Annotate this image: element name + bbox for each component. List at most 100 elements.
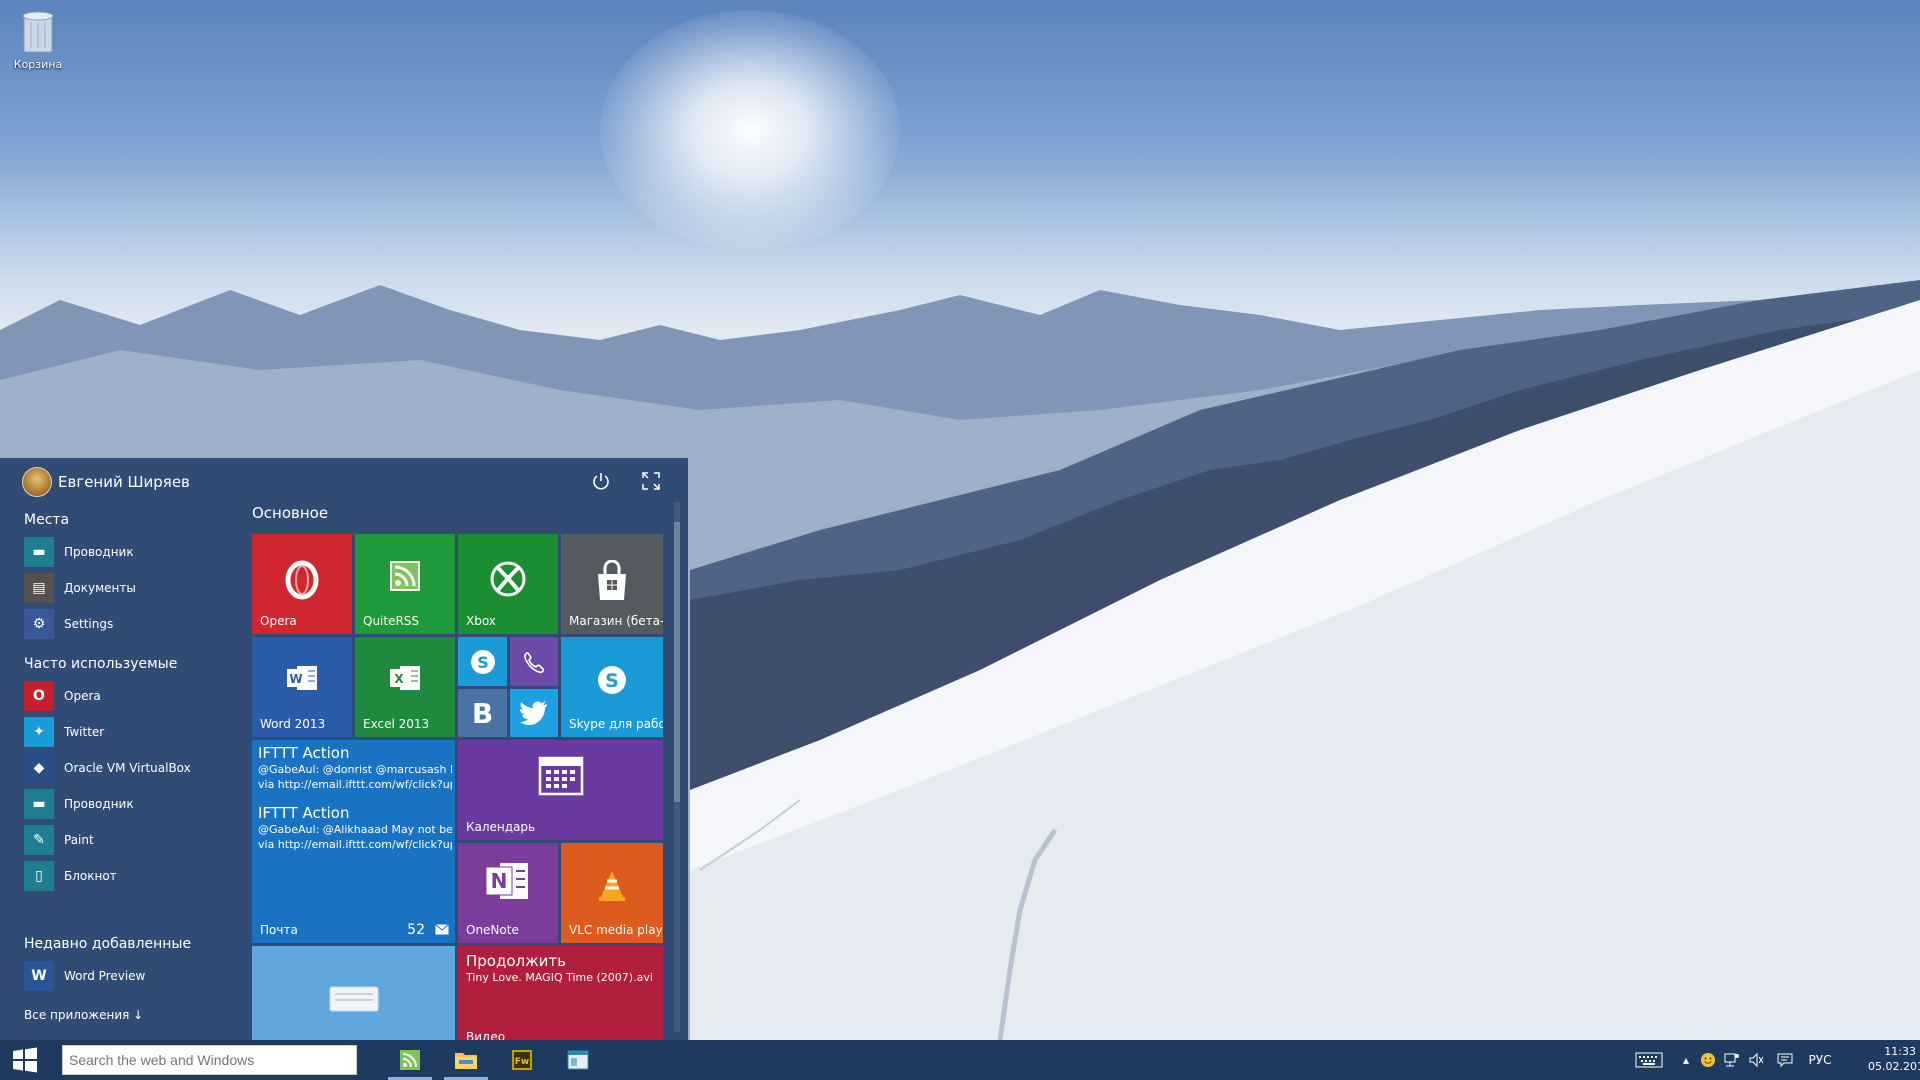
search-input[interactable]: [62, 1045, 357, 1075]
tile-excel[interactable]: X Excel 2013: [355, 637, 455, 737]
tiles-scrollbar[interactable]: [674, 502, 680, 1032]
svg-text:S: S: [605, 670, 619, 692]
tray-action-center[interactable]: [1774, 1040, 1796, 1080]
opera-icon: [252, 560, 352, 600]
menu-item-label: Проводник: [64, 545, 134, 559]
viber-icon: [524, 651, 545, 673]
paint-icon: ✎: [24, 825, 54, 855]
start-left-pane: Евгений Ширяев Места ▬ Проводник ▤ Докум…: [0, 458, 240, 1040]
recycle-bin-icon: [22, 11, 54, 53]
onenote-icon: N: [458, 859, 558, 903]
tray-show-hidden[interactable]: ▴: [1678, 1040, 1694, 1080]
tray-volume[interactable]: [1746, 1040, 1766, 1080]
virtualbox-icon: ◆: [24, 753, 54, 783]
menu-item-label: Settings: [64, 617, 114, 631]
xbox-icon: [458, 560, 558, 598]
menu-item-label: Paint: [64, 833, 94, 847]
tile-label: Почта: [260, 923, 298, 937]
vk-icon: B: [471, 696, 494, 730]
tile-label: Календарь: [466, 820, 536, 834]
tile-label: Excel 2013: [363, 717, 430, 731]
tile-label: Opera: [260, 614, 297, 628]
tile-skype-small[interactable]: S: [458, 637, 507, 686]
recent-item-word-preview[interactable]: W Word Preview: [24, 958, 234, 994]
tile-label: Xbox: [466, 614, 496, 628]
tile-label: Магазин (бета-в: [569, 614, 663, 628]
scroll-thumb[interactable]: [674, 522, 680, 802]
mail-count: 52: [407, 922, 425, 938]
tile-keyboard-app[interactable]: [252, 946, 455, 1040]
frequent-item-twitter[interactable]: ✦ Twitter: [24, 714, 234, 750]
tray-language[interactable]: РУС: [1804, 1040, 1836, 1080]
tile-skype-work[interactable]: S Skype для рабо: [561, 637, 663, 737]
ifttt-title-2: IFTTT Action: [258, 804, 350, 822]
tile-mail[interactable]: IFTTT Action @GabeAul: @donrist @marcusa…: [252, 740, 455, 943]
recycle-bin[interactable]: Корзина: [8, 6, 68, 71]
menu-item-label: Twitter: [64, 725, 105, 739]
tile-word[interactable]: W Word 2013: [252, 637, 352, 737]
tile-store[interactable]: Магазин (бета-в: [561, 534, 663, 634]
tile-label: QuiteRSS: [363, 614, 420, 628]
tile-calendar[interactable]: Календарь: [458, 740, 663, 840]
window-icon: [567, 1050, 589, 1070]
tile-twitter[interactable]: [510, 689, 558, 737]
all-apps-link[interactable]: Все приложения ↓: [24, 1008, 143, 1022]
ifttt-line-2b: via http://email.ifttt.com/wf/click?up: [258, 838, 452, 851]
twitter-icon: ✦: [24, 717, 54, 747]
user-name: Евгений Ширяев: [58, 473, 190, 491]
taskbar-window-app[interactable]: [552, 1040, 604, 1080]
ifttt-line-1b: via http://email.ifttt.com/wf/click?up: [258, 778, 452, 791]
frequent-item-virtualbox[interactable]: ◆ Oracle VM VirtualBox: [24, 750, 234, 786]
taskbar-quiterss[interactable]: [384, 1040, 436, 1080]
rss-icon: [355, 560, 455, 592]
menu-item-label: Oracle VM VirtualBox: [64, 761, 191, 775]
tile-group-title: Основное: [252, 504, 329, 522]
smiley-icon: [1701, 1053, 1715, 1067]
user-account[interactable]: Евгений Ширяев: [22, 464, 190, 500]
frequent-item-explorer[interactable]: ▬ Проводник: [24, 786, 234, 822]
message-icon: [1777, 1053, 1793, 1068]
menu-item-label: Проводник: [64, 797, 134, 811]
tile-video[interactable]: Продолжить Tiny Love. MAGIQ Time (2007).…: [458, 946, 663, 1040]
svg-text:N: N: [491, 869, 508, 893]
tile-quiterss[interactable]: QuiteRSS: [355, 534, 455, 634]
start-menu: Евгений Ширяев Места ▬ Проводник ▤ Докум…: [0, 458, 688, 1040]
tile-vk[interactable]: B: [458, 689, 507, 737]
power-button[interactable]: [588, 468, 614, 494]
windows-logo-icon: [13, 1047, 37, 1073]
tray-app-indicator[interactable]: [1698, 1040, 1718, 1080]
frequent-item-notepad[interactable]: ▯ Блокнот: [24, 858, 234, 894]
expand-icon: [642, 472, 660, 490]
documents-icon: ▤: [24, 573, 54, 603]
places-title: Места: [24, 512, 70, 528]
tile-label: OneNote: [466, 923, 519, 937]
tray-keyboard[interactable]: [1632, 1040, 1666, 1080]
tile-viber[interactable]: [510, 637, 558, 686]
taskbar-explorer[interactable]: [440, 1040, 492, 1080]
fireworks-icon: Fw: [512, 1050, 532, 1070]
frequent-item-opera[interactable]: O Opera: [24, 678, 234, 714]
tray-network[interactable]: [1722, 1040, 1742, 1080]
tile-opera[interactable]: Opera: [252, 534, 352, 634]
power-icon: [593, 473, 609, 490]
taskbar-fireworks[interactable]: Fw: [496, 1040, 548, 1080]
mail-icon: [435, 924, 449, 935]
places-item-documents[interactable]: ▤ Документы: [24, 570, 234, 606]
tile-xbox[interactable]: Xbox: [458, 534, 558, 634]
expand-button[interactable]: [638, 468, 664, 494]
vlc-icon: [561, 869, 663, 903]
chevron-up-icon: ▴: [1682, 1053, 1690, 1067]
tray-clock[interactable]: 11:33 05.02.2015: [1868, 1044, 1920, 1074]
ifttt-title-1: IFTTT Action: [258, 744, 350, 762]
recent-list: W Word Preview: [24, 958, 234, 994]
places-item-settings[interactable]: ⚙ Settings: [24, 606, 234, 642]
rss-icon: [400, 1050, 420, 1070]
places-item-explorer[interactable]: ▬ Проводник: [24, 534, 234, 570]
menu-item-label: Документы: [64, 581, 136, 595]
frequent-item-paint[interactable]: ✎ Paint: [24, 822, 234, 858]
start-button[interactable]: [0, 1040, 50, 1080]
tile-onenote[interactable]: N OneNote: [458, 843, 558, 943]
menu-item-label: Блокнот: [64, 869, 117, 883]
twitter-icon: [520, 701, 547, 725]
tile-vlc[interactable]: VLC media playe: [561, 843, 663, 943]
